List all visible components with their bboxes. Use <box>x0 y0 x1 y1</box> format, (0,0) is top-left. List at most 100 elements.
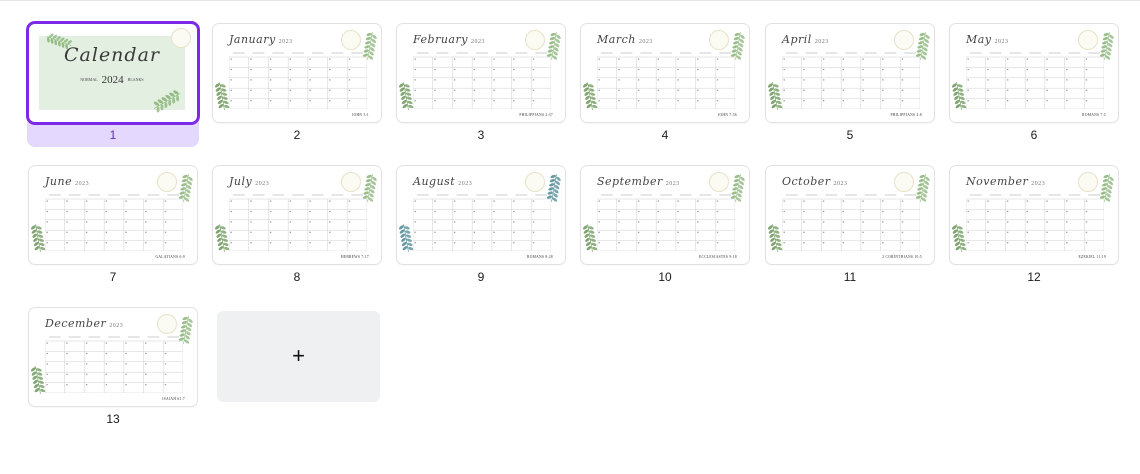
month-year: 2023 <box>458 181 473 187</box>
logo-icon <box>1078 30 1098 50</box>
logo-icon <box>525 172 545 192</box>
month-name: March <box>597 33 636 46</box>
page-preview[interactable]: January 2023 JOHN 3:1 <box>213 24 381 122</box>
month-title: June 2023 <box>45 175 89 188</box>
bible-verse: ISAIAH 61:7 <box>162 397 185 401</box>
calendar-grid <box>966 194 1104 251</box>
bible-verse: ROMANS 8:28 <box>527 255 553 259</box>
leaf-decoration-icon <box>546 32 561 60</box>
leaf-decoration-icon <box>1099 32 1114 60</box>
leaf-decoration-icon <box>1099 174 1114 202</box>
page-preview[interactable]: February 2023 PHILIPPIANS 2:37 <box>397 24 565 122</box>
page-number: 11 <box>843 270 857 284</box>
page-preview[interactable]: September 2023 ECCLESIASTES 9:18 <box>581 166 749 264</box>
page-preview[interactable]: April 2023 PHILIPPIANS 4:8 <box>766 24 934 122</box>
month-title: February 2023 <box>413 33 485 46</box>
month-name: July <box>229 175 253 188</box>
logo-icon <box>894 30 914 50</box>
month-title: September 2023 <box>597 175 680 188</box>
month-year: 2023 <box>109 323 124 329</box>
leaf-decoration-icon <box>178 174 193 202</box>
month-year: 2023 <box>470 39 485 45</box>
month-title: December 2023 <box>45 317 123 330</box>
month-name: November <box>966 175 1029 188</box>
leaf-decoration-icon <box>546 174 561 202</box>
logo-icon <box>1078 172 1098 192</box>
calendar-grid <box>229 194 367 251</box>
bible-verse: 2 CORINTHIANS 10:5 <box>882 255 922 259</box>
calendar-grid <box>45 336 183 393</box>
leaf-decoration-icon <box>730 32 745 60</box>
add-page-button[interactable]: + <box>217 311 380 402</box>
leaf-decoration-icon <box>730 174 745 202</box>
bible-verse: ECCLESIASTES 9:18 <box>699 255 737 259</box>
logo-icon <box>157 314 177 334</box>
month-year: 2023 <box>814 39 829 45</box>
bible-verse: ROMANS 7:5 <box>1082 113 1106 117</box>
page-number: 7 <box>109 270 117 284</box>
page-preview[interactable]: March 2023 JOHN 7:36 <box>581 24 749 122</box>
month-name: February <box>413 33 468 46</box>
month-name: December <box>45 317 107 330</box>
page-number: 9 <box>477 270 485 284</box>
bible-verse: HEBREWS 7:17 <box>340 255 369 259</box>
month-name: August <box>413 175 456 188</box>
page-number: 5 <box>846 128 854 142</box>
month-year: 2023 <box>994 39 1009 45</box>
bible-verse: JOHN 7:36 <box>717 113 737 117</box>
month-name: June <box>45 175 73 188</box>
calendar-grid <box>966 52 1104 109</box>
month-year: 2023 <box>75 181 90 187</box>
calendar-grid <box>413 52 551 109</box>
leaf-decoration-icon <box>362 174 377 202</box>
month-name: September <box>597 175 663 188</box>
cover-year: 2024 <box>101 74 124 86</box>
plus-icon: + <box>292 343 305 368</box>
month-title: July 2023 <box>229 175 269 188</box>
logo-icon <box>171 28 191 48</box>
calendar-grid <box>782 194 920 251</box>
page-preview[interactable]: Calendar NORMAL 2024 BLANKS <box>29 24 197 122</box>
logo-icon <box>157 172 177 192</box>
logo-icon <box>709 30 729 50</box>
month-year: 2023 <box>1031 181 1046 187</box>
month-name: January <box>229 33 276 46</box>
bible-verse: PHILIPPIANS 4:8 <box>890 113 922 117</box>
logo-icon <box>525 30 545 50</box>
month-year: 2023 <box>278 39 293 45</box>
page-preview[interactable]: December 2023 ISAIAH 61:7 <box>29 308 197 406</box>
leaf-decoration-icon <box>915 32 930 60</box>
page-number: 1 <box>109 128 117 142</box>
page-number: 12 <box>1027 270 1041 284</box>
page-preview[interactable]: November 2023 EZEKIEL 11:19 <box>950 166 1118 264</box>
calendar-grid <box>597 52 735 109</box>
bible-verse: PHILIPPIANS 2:37 <box>519 113 553 117</box>
calendar-grid <box>782 52 920 109</box>
calendar-grid <box>413 194 551 251</box>
page-number: 8 <box>293 270 301 284</box>
bible-verse: EZEKIEL 11:19 <box>1078 255 1106 259</box>
page-preview[interactable]: October 2023 2 CORINTHIANS 10:5 <box>766 166 934 264</box>
month-title: May 2023 <box>966 33 1009 46</box>
month-year: 2023 <box>638 39 653 45</box>
page-preview[interactable]: June 2023 GALATIANS 6:9 <box>29 166 197 264</box>
page-number: 2 <box>293 128 301 142</box>
bible-verse: JOHN 3:1 <box>351 113 369 117</box>
page-preview[interactable]: July 2023 HEBREWS 7:17 <box>213 166 381 264</box>
page-number: 13 <box>106 412 120 426</box>
page-number: 4 <box>661 128 669 142</box>
calendar-grid <box>229 52 367 109</box>
month-title: November 2023 <box>966 175 1045 188</box>
month-year: 2023 <box>665 181 680 187</box>
page-number: 6 <box>1030 128 1038 142</box>
leaf-decoration-icon <box>362 32 377 60</box>
leaf-decoration-icon <box>178 316 193 344</box>
page-preview[interactable]: August 2023 ROMANS 8:28 <box>397 166 565 264</box>
month-year: 2023 <box>255 181 270 187</box>
month-title: January 2023 <box>229 33 293 46</box>
page-preview[interactable]: May 2023 ROMANS 7:5 <box>950 24 1118 122</box>
leaf-decoration-icon <box>915 174 930 202</box>
calendar-grid <box>45 194 183 251</box>
page-number: 3 <box>477 128 485 142</box>
month-name: April <box>782 33 812 46</box>
